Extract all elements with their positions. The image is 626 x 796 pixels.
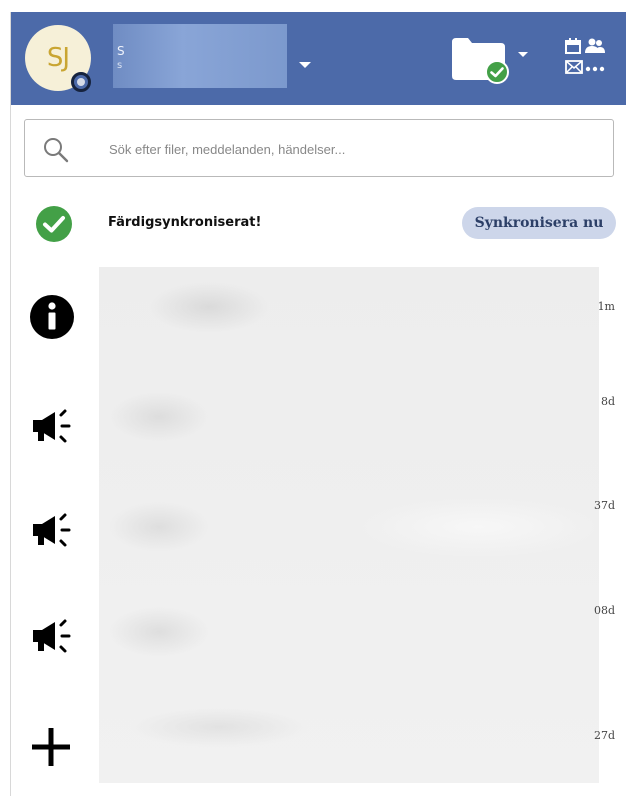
account-chevron-down-icon[interactable] bbox=[299, 62, 311, 68]
folder-chevron-down-icon[interactable] bbox=[518, 52, 528, 57]
feed-item[interactable]: 37d bbox=[11, 481, 626, 581]
feed-item[interactable]: 08d bbox=[11, 587, 626, 687]
search-input[interactable] bbox=[107, 136, 591, 162]
user-subtitle: s bbox=[117, 60, 123, 71]
feed-item[interactable]: 8d bbox=[11, 375, 626, 475]
user-name: S bbox=[117, 44, 125, 58]
plus-icon bbox=[32, 728, 70, 766]
account-name-block[interactable]: S s bbox=[113, 24, 287, 88]
calendar-icon[interactable] bbox=[565, 38, 583, 54]
main-content: Färdigsynkroniserat! Synkronisera nu 1m … bbox=[11, 105, 626, 796]
sync-status-text: Färdigsynkroniserat! bbox=[108, 215, 262, 230]
quick-apps bbox=[563, 38, 607, 78]
search-icon bbox=[44, 138, 69, 163]
sync-complete-check-icon bbox=[36, 206, 72, 242]
header-bar: SJ S s bbox=[11, 12, 626, 105]
synced-check-icon bbox=[485, 60, 509, 84]
feed-item-time: 8d bbox=[600, 395, 615, 408]
info-icon bbox=[30, 295, 74, 339]
feed-item-time: 37d bbox=[593, 499, 615, 512]
feed-item-time: 27d bbox=[593, 729, 615, 742]
more-icon[interactable] bbox=[585, 66, 605, 72]
presence-status-icon bbox=[71, 72, 91, 92]
sync-status-row: Färdigsynkroniserat! Synkronisera nu bbox=[11, 201, 626, 245]
feed-item-time: 08d bbox=[593, 604, 615, 617]
contacts-icon[interactable] bbox=[585, 38, 605, 54]
mail-icon[interactable] bbox=[565, 60, 583, 74]
app-window: SJ S s Sök efter filer, meddelanden, hän… bbox=[10, 12, 626, 796]
feed-item[interactable]: 27d bbox=[11, 693, 626, 793]
feed-item[interactable]: 1m bbox=[11, 270, 626, 370]
search-box[interactable] bbox=[24, 119, 614, 177]
megaphone-icon bbox=[33, 513, 71, 547]
megaphone-icon bbox=[33, 409, 71, 443]
sync-folder-button[interactable] bbox=[451, 36, 511, 84]
sync-now-button[interactable]: Synkronisera nu bbox=[462, 207, 616, 239]
feed-item-time: 1m bbox=[597, 300, 615, 313]
megaphone-icon bbox=[33, 619, 71, 653]
